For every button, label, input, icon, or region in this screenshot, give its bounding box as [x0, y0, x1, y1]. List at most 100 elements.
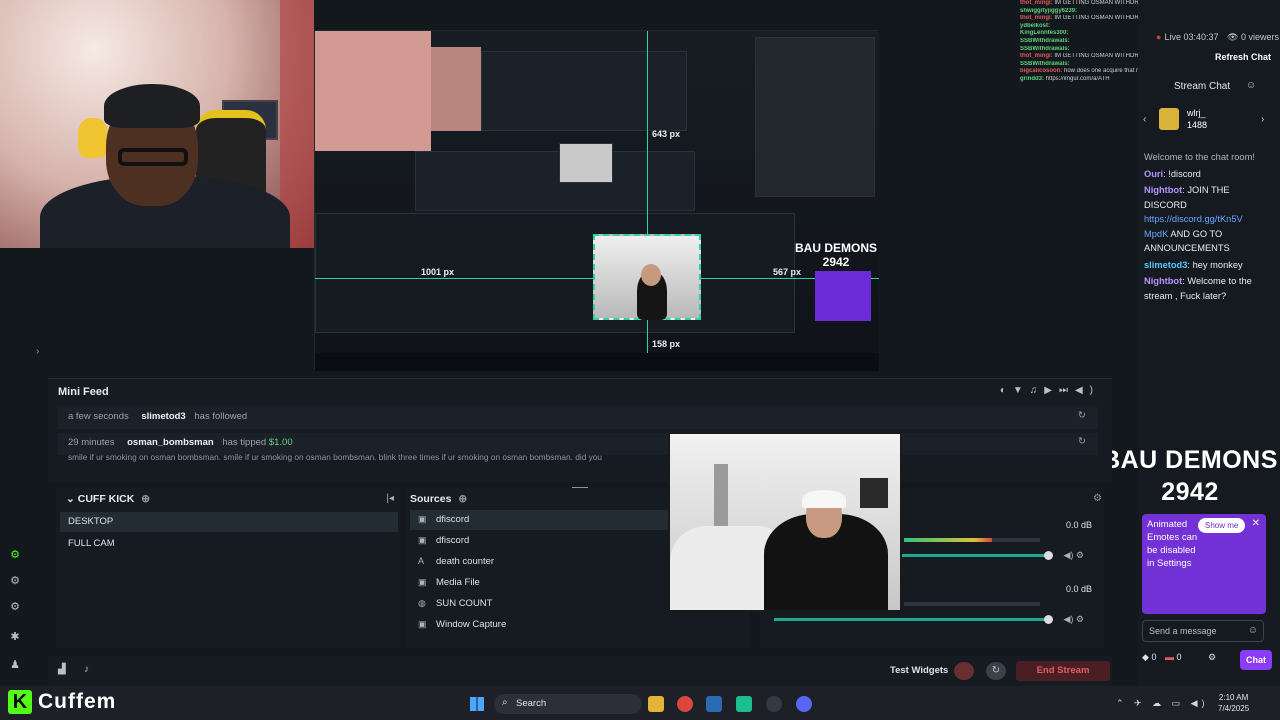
skip-icon[interactable]: ⏭: [1059, 385, 1075, 396]
chat-text: hey monkey: [1192, 259, 1243, 270]
taskbar-clock[interactable]: 2:10 AM 7/4/2025: [1218, 692, 1249, 714]
overlay-chat-user: SSBWithdrawals:: [1020, 37, 1070, 44]
overlay-chat-line: KingLenntes300:: [1020, 30, 1138, 38]
chat-welcome: Welcome to the chat room!: [1144, 152, 1255, 162]
shield-icon[interactable]: ◐: [1000, 385, 1013, 396]
studio-preview[interactable]: 643 px 1001 px 567 px 158 px BAU DEMONS …: [314, 30, 879, 371]
chevron-right-icon[interactable]: ›: [36, 346, 39, 357]
add-scene-icon[interactable]: ⊕: [141, 493, 150, 505]
speaker-icon[interactable]: ◀) ⚙: [1064, 550, 1085, 561]
volume-slider[interactable]: [774, 615, 1053, 624]
obs-icon[interactable]: [766, 696, 782, 712]
chat-message: slimetod3: hey monkey: [1144, 259, 1243, 270]
search-icon: ⌕: [502, 697, 508, 708]
overlay-chat-line: SSBWithdrawals:: [1020, 61, 1138, 69]
overlay-chat-line: thot_mingi: IM GETTING OSMAN WITHDRAWLS …: [1020, 0, 1138, 8]
overlay-name-banner: BAU DEMONS 2942: [1100, 444, 1280, 508]
feed-time: 29 minutes: [68, 437, 115, 448]
emote-notice: Animated Emotes can be disabled in Setti…: [1142, 514, 1266, 614]
gear-icon[interactable]: ✱: [8, 630, 22, 644]
mini-feed-title: Mini Feed: [58, 386, 109, 398]
text-icon: A: [418, 556, 425, 566]
overlay-chat-line: SSBWithdrawals:: [1020, 46, 1138, 54]
slider-knob[interactable]: [1044, 551, 1053, 560]
emoji-icon[interactable]: ☺: [1248, 625, 1258, 636]
chat-username[interactable]: Nightbot: [1144, 185, 1182, 195]
slider-knob[interactable]: [1044, 615, 1053, 624]
file-explorer-icon[interactable]: [648, 696, 664, 712]
windows-start-icon[interactable]: [470, 697, 484, 711]
system-tray[interactable]: ⌃ ✈ ☁ ▭ ◀): [1116, 698, 1209, 709]
music-icon[interactable]: ♫: [1030, 385, 1045, 396]
user-list-icon[interactable]: ☺: [1246, 80, 1256, 91]
kick-studio-icon[interactable]: [736, 696, 752, 712]
source-label: death counter: [436, 556, 495, 567]
settings-icon[interactable]: ⚙: [8, 574, 22, 588]
plush-toy: [78, 118, 108, 158]
studio-bottom-bar: ▟ ♪ Test Widgets ↻ End Stream: [48, 656, 1112, 686]
taskbar-search[interactable]: ⌕ Search: [494, 694, 642, 714]
image-icon: ▣: [418, 577, 427, 587]
show-me-button[interactable]: Show me: [1198, 518, 1246, 533]
track-db: 0.0 dB: [1065, 520, 1092, 530]
end-stream-button[interactable]: End Stream: [1016, 661, 1110, 681]
overlay-chat-line: thot_mingi: IM GETTING OSMAN WITHDRAWLS …: [1020, 53, 1138, 61]
feed-user: osman_bombsman: [127, 437, 214, 448]
chat-input[interactable]: Send a message ☺: [1142, 620, 1264, 642]
gift-count: 1488: [1187, 120, 1208, 130]
speaker-icon[interactable]: ◀) ⚙: [1064, 614, 1085, 625]
gift-icon: [1159, 108, 1179, 130]
record-button[interactable]: [954, 662, 974, 680]
replay-icon[interactable]: ↻: [1078, 436, 1086, 447]
preview-overlay-name-line1: BAU DEMONS: [795, 241, 878, 255]
volume-icon[interactable]: ◀): [1075, 385, 1100, 396]
chat-username[interactable]: slimetod3: [1144, 260, 1187, 270]
collapse-panel-icon[interactable]: |◂: [386, 493, 394, 504]
overlay-chat-user: thot_mingi:: [1020, 53, 1053, 60]
overlay-chat-user: ydbelkost:: [1020, 22, 1051, 29]
chevron-down-icon[interactable]: ⌄: [66, 493, 75, 505]
scenes-title: ⌄ CUFF KICK ⊕: [66, 493, 150, 505]
chevron-right-icon[interactable]: ›: [1261, 114, 1264, 125]
points-count: 0: [1151, 652, 1157, 662]
overlay-chat-line: bigcalicosoon: how does one acquire that…: [1020, 68, 1138, 76]
add-source-icon[interactable]: ⊕: [458, 493, 467, 505]
steam-icon[interactable]: [706, 696, 722, 712]
notification-icon[interactable]: ♪: [84, 664, 89, 675]
play-icon[interactable]: ▶: [1044, 385, 1059, 396]
chat-send-button[interactable]: Chat: [1240, 650, 1272, 670]
streamer-brand: Cuffem: [38, 690, 117, 713]
refresh-chat-button[interactable]: Refresh Chat: [1215, 52, 1271, 62]
close-icon[interactable]: ✕: [1252, 517, 1260, 530]
replay-buffer-button[interactable]: ↻: [986, 662, 1006, 680]
stats-icon[interactable]: ▟: [58, 664, 66, 675]
test-widgets-button[interactable]: Test Widgets: [890, 665, 948, 676]
scene-item[interactable]: DESKTOP: [60, 512, 398, 532]
source-item[interactable]: ▣ Window Capture: [410, 615, 750, 635]
profile-icon[interactable]: ♟: [8, 658, 22, 672]
gear-icon[interactable]: ⚙: [1208, 652, 1216, 662]
filter-icon[interactable]: ▼: [1013, 385, 1030, 396]
studio-icon[interactable]: ⚙: [8, 548, 22, 562]
gear-icon[interactable]: ⚙: [1093, 493, 1102, 504]
chat-username[interactable]: Ouri: [1144, 169, 1163, 179]
scenes-panel: ⌄ CUFF KICK ⊕ |◂ DESKTOP FULL CAM: [56, 488, 400, 648]
clock-time: 2:10 AM: [1218, 693, 1249, 702]
clock-date: 7/4/2025: [1218, 704, 1250, 713]
scene-item[interactable]: FULL CAM: [60, 534, 398, 554]
chrome-icon[interactable]: [677, 696, 693, 712]
screen: 643 px 1001 px 567 px 158 px BAU DEMONS …: [0, 0, 1280, 720]
preview-overlay-name: BAU DEMONS 2942: [795, 241, 877, 269]
overlay-chat-user: bigcalicosoon:: [1020, 68, 1063, 75]
overlay-chat-line: thot_mingi: IM GETTING OSMAN WITHDRAWLS …: [1020, 15, 1138, 23]
overlay-chat-text: https://imgur.com/a/ATH: [1044, 75, 1110, 82]
chat-username[interactable]: Nightbot: [1144, 276, 1182, 286]
overlay-chat: thot_mingi: IM GETTING OSMAN WITHDRAWLS …: [1020, 0, 1138, 196]
chevron-left-icon[interactable]: ‹: [1143, 114, 1146, 125]
overlay-chat-text: IM GETTING OSMAN WITHDRAWLS SAY IT: [1054, 0, 1138, 6]
chat-message: Nightbot: Welcome to the stream , Fuck l…: [1144, 276, 1252, 301]
widgets-icon[interactable]: ⚙: [8, 600, 22, 614]
replay-icon[interactable]: ↻: [1078, 410, 1086, 421]
selected-source-camera[interactable]: [593, 234, 701, 320]
discord-icon[interactable]: [796, 696, 812, 712]
